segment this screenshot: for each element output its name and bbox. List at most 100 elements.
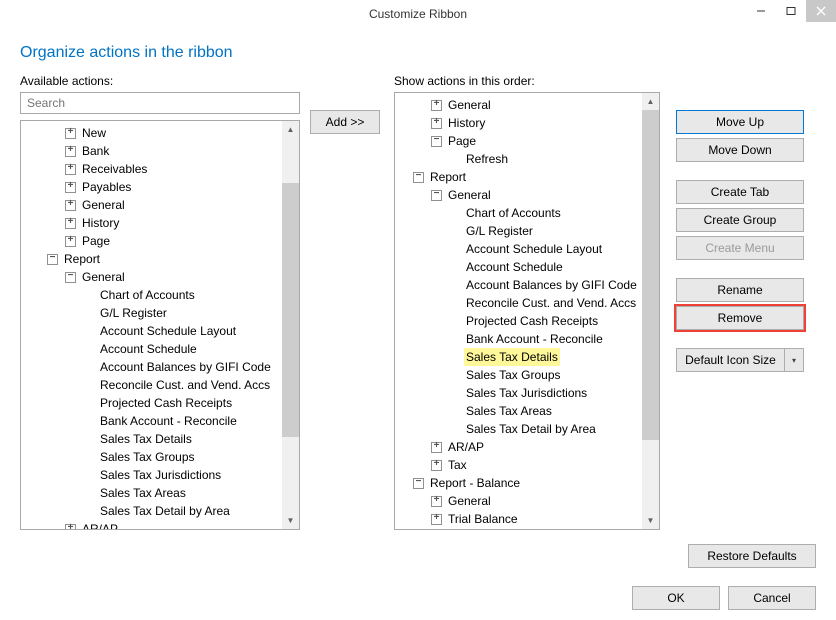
icon-size-dropdown[interactable]: Default Icon Size ▾ [676, 348, 804, 372]
expand-icon[interactable]: + [65, 164, 76, 175]
create-group-button[interactable]: Create Group [676, 208, 804, 232]
tree-row[interactable]: G/L Register [399, 222, 659, 240]
rename-button[interactable]: Rename [676, 278, 804, 302]
tree-row[interactable]: + AR/AP [25, 520, 299, 530]
tree-row[interactable]: +History [25, 214, 299, 232]
tree-row[interactable]: Account Schedule [399, 258, 659, 276]
tree-row[interactable]: Sales Tax Jurisdictions [399, 384, 659, 402]
tree-row[interactable]: −Report - Balance [399, 474, 659, 492]
tree-row[interactable]: Account Schedule [25, 340, 299, 358]
tree-row[interactable]: −Page [399, 132, 659, 150]
tree-row[interactable]: Account Balances by GIFI Code [25, 358, 299, 376]
expand-icon[interactable]: + [65, 182, 76, 193]
tree-row[interactable]: Account Schedule Layout [399, 240, 659, 258]
tree-node-label: AR/AP [80, 520, 120, 530]
move-down-button[interactable]: Move Down [676, 138, 804, 162]
tree-node-label: Report [428, 168, 468, 186]
expand-icon[interactable]: + [65, 200, 76, 211]
minimize-button[interactable] [746, 0, 776, 22]
create-tab-button[interactable]: Create Tab [676, 180, 804, 204]
tree-node-label: Report - Balance [428, 474, 522, 492]
tree-node-label: Page [80, 232, 112, 250]
scroll-down-icon[interactable]: ▼ [282, 512, 299, 529]
collapse-icon[interactable]: − [431, 190, 442, 201]
available-actions-tree[interactable]: +New+Bank+Receivables+Payables+General+H… [20, 120, 300, 530]
add-button[interactable]: Add >> [310, 110, 380, 134]
expand-icon[interactable]: + [65, 524, 76, 531]
tree-row[interactable]: Sales Tax Areas [399, 402, 659, 420]
tree-row[interactable]: +Tax [399, 456, 659, 474]
create-menu-button[interactable]: Create Menu [676, 236, 804, 260]
expand-icon[interactable]: + [65, 236, 76, 247]
tree-row[interactable]: +Bank [25, 142, 299, 160]
maximize-button[interactable] [776, 0, 806, 22]
tree-row[interactable]: Bank Account - Reconcile [399, 330, 659, 348]
tree-row[interactable]: + Page [25, 232, 299, 250]
close-button[interactable] [806, 0, 836, 22]
tree-row[interactable]: −General [399, 186, 659, 204]
move-up-button[interactable]: Move Up [676, 110, 804, 134]
collapse-icon[interactable]: − [431, 136, 442, 147]
tree-row[interactable]: Sales Tax Areas [25, 484, 299, 502]
expand-icon[interactable]: + [431, 460, 442, 471]
tree-row[interactable]: +General [399, 96, 659, 114]
tree-row[interactable]: +General [399, 492, 659, 510]
tree-row[interactable]: Bank Account - Reconcile [25, 412, 299, 430]
collapse-icon[interactable]: − [47, 254, 58, 265]
search-input[interactable] [20, 92, 300, 114]
tree-row[interactable]: Chart of Accounts [399, 204, 659, 222]
tree-node-label: Account Schedule [464, 258, 565, 276]
tree-row[interactable]: Reconcile Cust. and Vend. Accs [25, 376, 299, 394]
scroll-up-icon[interactable]: ▲ [642, 93, 659, 110]
expand-icon[interactable]: + [431, 100, 442, 111]
tree-node-label: Payables [80, 178, 133, 196]
tree-row[interactable]: +Receivables [25, 160, 299, 178]
tree-row[interactable]: +General [25, 196, 299, 214]
scroll-down-icon[interactable]: ▼ [642, 512, 659, 529]
expand-icon[interactable]: + [65, 146, 76, 157]
tree-row[interactable]: Sales Tax Details [399, 348, 659, 366]
expand-icon[interactable]: + [65, 218, 76, 229]
expand-icon[interactable]: + [431, 514, 442, 525]
tree-row[interactable]: Sales Tax Groups [25, 448, 299, 466]
scroll-up-icon[interactable]: ▲ [282, 121, 299, 138]
expand-icon[interactable]: + [431, 442, 442, 453]
tree-row[interactable]: Chart of Accounts [25, 286, 299, 304]
tree-row[interactable]: Sales Tax Detail by Area [399, 420, 659, 438]
tree-row[interactable]: +History [399, 114, 659, 132]
tree-row[interactable]: Account Schedule Layout [25, 322, 299, 340]
collapse-icon[interactable]: − [413, 172, 424, 183]
tree-row[interactable]: Sales Tax Details [25, 430, 299, 448]
tree-row[interactable]: Refresh [399, 150, 659, 168]
tree-row[interactable]: Account Balances by GIFI Code [399, 276, 659, 294]
remove-button[interactable]: Remove [676, 306, 804, 330]
tree-row[interactable]: +AR/AP [399, 438, 659, 456]
tree-row[interactable]: Sales Tax Groups [399, 366, 659, 384]
tree-row[interactable]: Projected Cash Receipts [25, 394, 299, 412]
expand-icon[interactable]: + [431, 118, 442, 129]
expand-icon[interactable]: + [65, 128, 76, 139]
tree-row[interactable]: Sales Tax Detail by Area [25, 502, 299, 520]
tree-row[interactable]: Reconcile Cust. and Vend. Accs [399, 294, 659, 312]
cancel-button[interactable]: Cancel [728, 586, 816, 610]
tree-row[interactable]: −Report [25, 250, 299, 268]
tree-row[interactable]: −General [25, 268, 299, 286]
tree-row[interactable]: Sales Tax Jurisdictions [25, 466, 299, 484]
scrollbar[interactable]: ▲ ▼ [282, 121, 299, 529]
tree-row[interactable]: +New [25, 124, 299, 142]
expand-icon[interactable]: + [431, 496, 442, 507]
scrollbar[interactable]: ▲ ▼ [642, 93, 659, 529]
tree-row[interactable]: +Trial Balance [399, 510, 659, 528]
ok-button[interactable]: OK [632, 586, 720, 610]
collapse-icon[interactable]: − [413, 478, 424, 489]
tree-row[interactable]: + Payables [25, 178, 299, 196]
restore-defaults-button[interactable]: Restore Defaults [688, 544, 816, 568]
show-actions-tree[interactable]: +General+History−PageRefresh−Report−Gene… [394, 92, 660, 530]
tree-row[interactable]: Projected Cash Receipts [399, 312, 659, 330]
tree-row[interactable]: −Report [399, 168, 659, 186]
tree-node-label: Page [446, 132, 478, 150]
collapse-icon[interactable]: − [65, 272, 76, 283]
tree-node-label: Projected Cash Receipts [464, 312, 600, 330]
tree-node-label: Sales Tax Detail by Area [98, 502, 232, 520]
tree-row[interactable]: G/L Register [25, 304, 299, 322]
